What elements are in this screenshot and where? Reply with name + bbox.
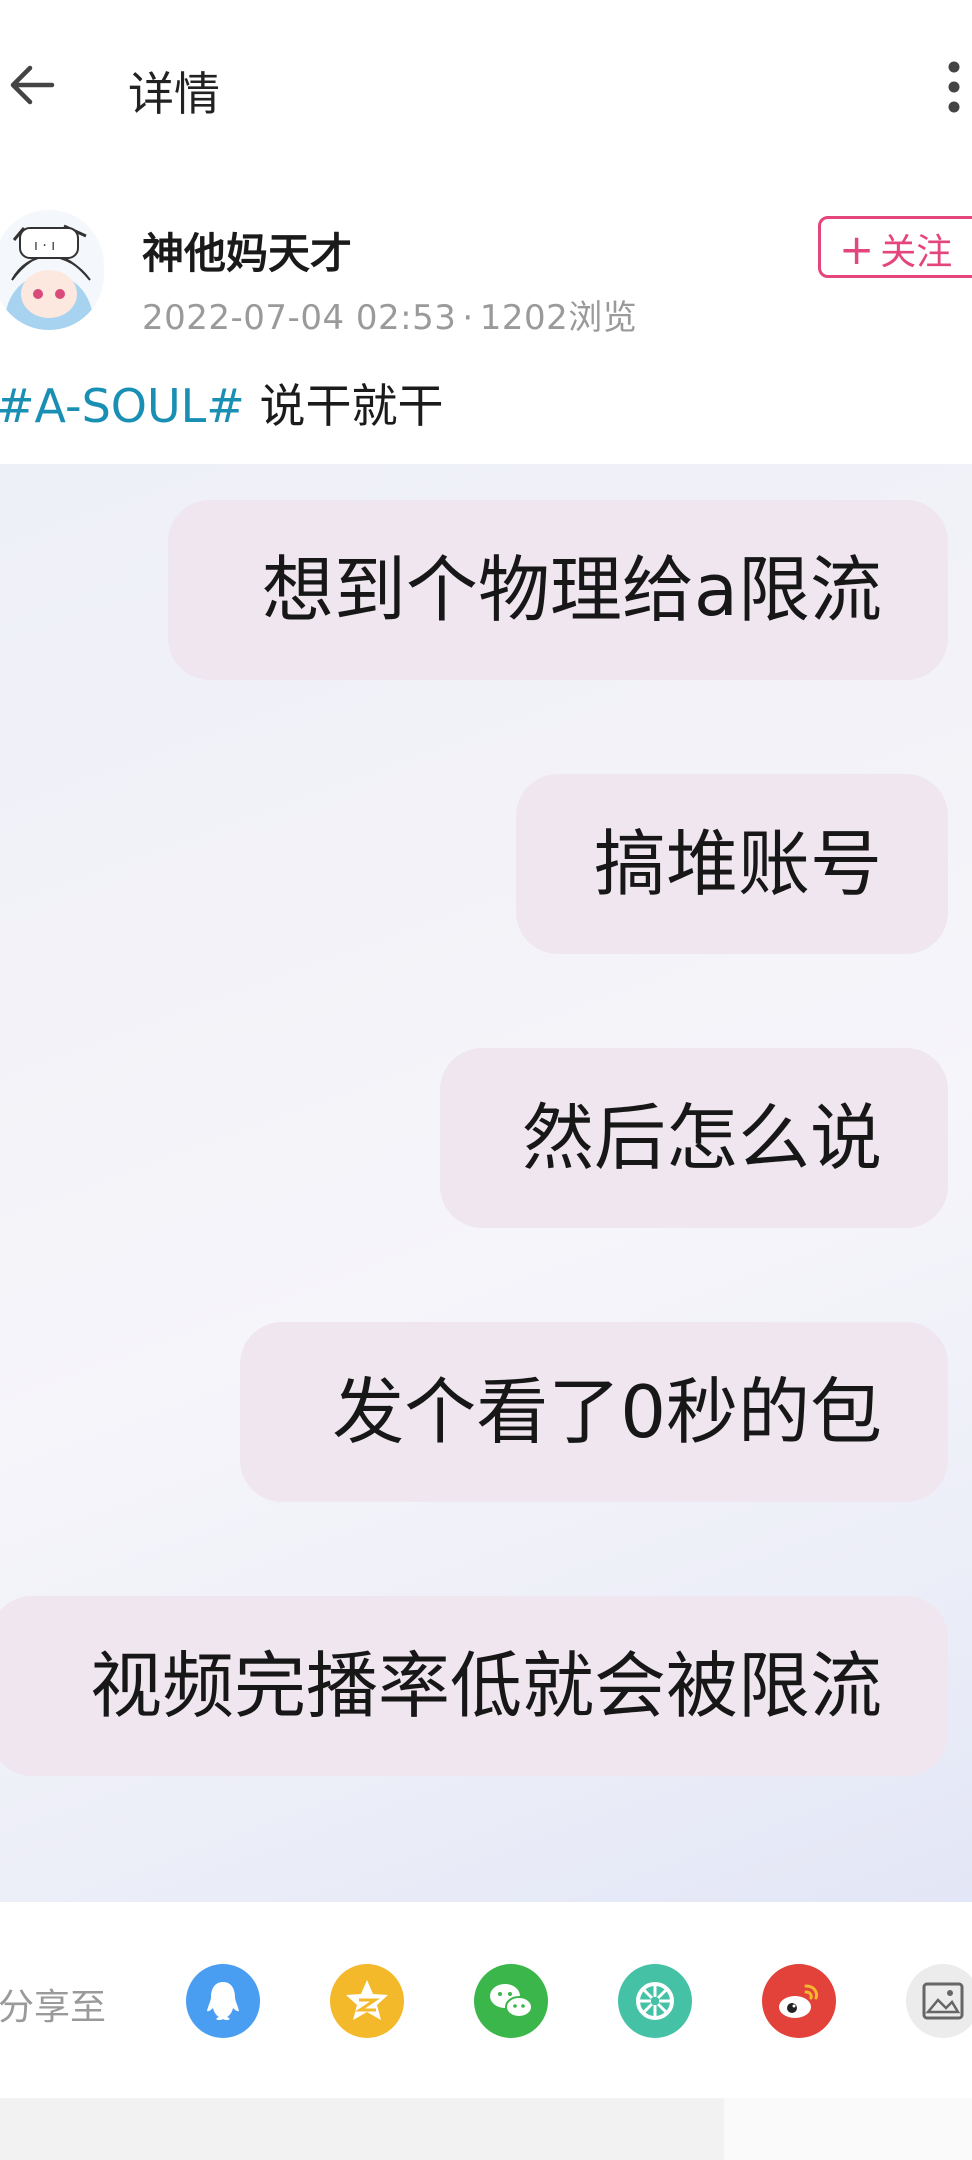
svg-text:ı · ı: ı · ı <box>34 238 55 254</box>
moments-icon[interactable] <box>618 1964 692 2038</box>
back-arrow-icon[interactable] <box>6 60 56 110</box>
save-image-icon[interactable] <box>906 1964 972 2038</box>
bottom-strip <box>0 2098 972 2160</box>
post-text: #A-SOUL# 说干就干 <box>0 370 443 436</box>
post-meta: 2022-07-04 02:53 · 1202浏览 <box>142 290 637 339</box>
bottom-strip-highlight <box>724 2098 972 2160</box>
meta-separator: · <box>462 298 474 338</box>
qq-icon[interactable] <box>186 1964 260 2038</box>
wechat-icon[interactable] <box>474 1964 548 2038</box>
more-options-icon[interactable] <box>942 60 970 116</box>
page-title: 详情 <box>128 67 220 121</box>
author-name[interactable]: 神他妈天才 <box>142 220 352 281</box>
author-avatar[interactable]: ı · ı <box>0 210 104 330</box>
chat-bubble: 搞堆账号 <box>516 774 948 954</box>
chat-bubble: 视频完播率低就会被限流 <box>0 1596 948 1776</box>
top-bar: 详情 <box>0 0 972 176</box>
post-timestamp: 2022-07-04 02:53 <box>142 298 457 338</box>
post-body: 说干就干 <box>259 379 444 433</box>
view-count: 1202浏览 <box>479 298 638 338</box>
weibo-icon[interactable] <box>762 1964 836 2038</box>
chat-bubble: 发个看了0秒的包 <box>240 1322 948 1502</box>
follow-button[interactable]: + 关注 <box>818 216 972 278</box>
follow-label: 关注 <box>880 232 953 273</box>
hashtag-link[interactable]: #A-SOUL# <box>0 379 245 433</box>
plus-icon: + <box>839 225 875 274</box>
chat-bubble: 想到个物理给a限流 <box>168 500 948 680</box>
share-label: 分享至 <box>0 1987 107 2028</box>
share-bar: 分享至 <box>0 1902 972 2098</box>
chat-bubble: 然后怎么说 <box>440 1048 948 1228</box>
qzone-icon[interactable] <box>330 1964 404 2038</box>
post-image[interactable]: 想到个物理给a限流 搞堆账号 然后怎么说 发个看了0秒的包 视频完播率低就会被限… <box>0 464 972 1902</box>
